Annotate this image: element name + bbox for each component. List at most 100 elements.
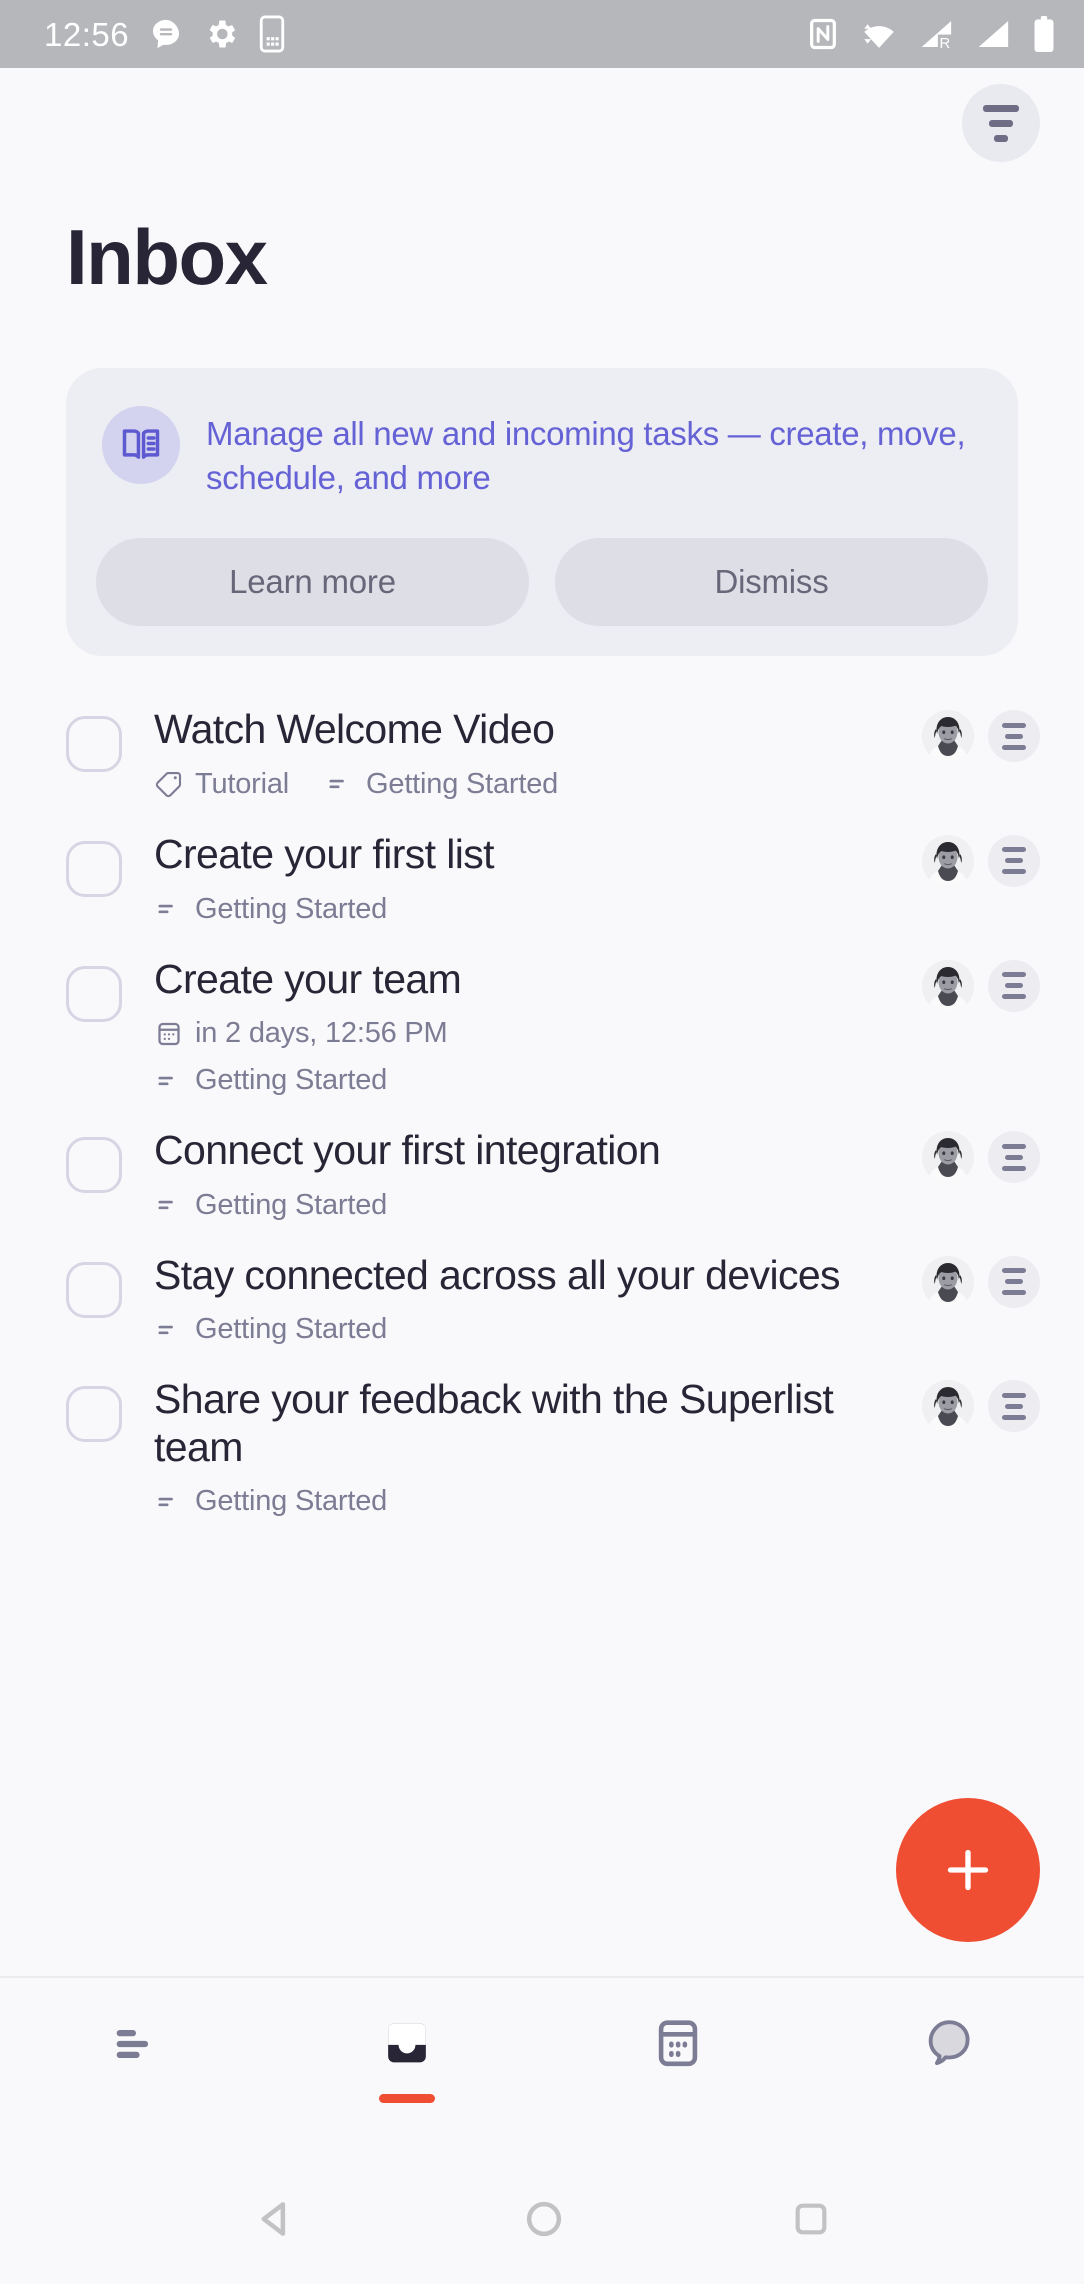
task-title: Watch Welcome Video: [154, 706, 555, 753]
task-meta-label: Getting Started: [366, 767, 559, 800]
task-actions: [922, 1250, 1040, 1308]
task-menu-button[interactable]: [988, 1131, 1040, 1184]
task-meta-row: Getting Started: [154, 1485, 908, 1518]
list-icon: [158, 1325, 173, 1334]
task-menu-button[interactable]: [988, 1255, 1040, 1308]
task-actions: [922, 1125, 1040, 1184]
task-checkbox[interactable]: [66, 1386, 122, 1443]
nav-item-calendar[interactable]: [542, 2014, 813, 2103]
task-body: Share your feedback with the Superlist t…: [122, 1374, 922, 1518]
status-bar: 12:56 R: [0, 0, 1084, 68]
task-meta-row: Getting Started: [154, 1064, 908, 1097]
inbox-content: Inbox Manage all new and incoming tasks …: [0, 68, 1084, 1976]
avatar: [922, 1380, 974, 1433]
task-row[interactable]: Create your team in 2 days, 12:56 PM Getti…: [0, 940, 1084, 1112]
avatar[interactable]: [922, 1131, 974, 1184]
avatar[interactable]: [922, 834, 974, 887]
task-checkbox[interactable]: [66, 965, 122, 1022]
avatar[interactable]: [922, 1255, 974, 1308]
task-title: Connect your first integration: [154, 1127, 661, 1174]
task-menu-button[interactable]: [988, 959, 1040, 1012]
avatar: [922, 1131, 974, 1184]
dismiss-button[interactable]: Dismiss: [555, 538, 988, 627]
avatar[interactable]: [922, 1380, 974, 1433]
recents-square-icon[interactable]: [786, 2194, 836, 2244]
task-meta-list: Getting Started: [154, 1313, 387, 1346]
nav-item-lists[interactable]: [0, 2014, 271, 2103]
avatar: [922, 710, 974, 763]
task-meta-list: Getting Started: [325, 768, 558, 801]
task-row[interactable]: Stay connected across all your devices Ge…: [0, 1236, 1084, 1361]
task-meta-list: Getting Started: [154, 1485, 387, 1518]
battery-icon: [1034, 15, 1054, 53]
chat-icon: [928, 2020, 970, 2065]
task-menu-button[interactable]: [988, 834, 1040, 887]
task-row[interactable]: Create your first list Getting Started: [0, 815, 1084, 940]
task-title: Stay connected across all your devices: [154, 1251, 841, 1298]
plus-icon: [947, 1849, 989, 1891]
nav-item-chat[interactable]: [813, 2014, 1084, 2103]
task-menu-button[interactable]: [988, 1380, 1040, 1433]
task-body: Stay connected across all your devices Ge…: [122, 1250, 922, 1347]
task-meta-label: Tutorial: [195, 767, 290, 800]
promo-banner-actions: Learn more Dismiss: [96, 538, 988, 627]
bottom-navigation: [0, 1976, 1084, 2154]
task-meta-row: Getting Started: [154, 893, 908, 926]
promo-banner-message: Manage all new and incoming tasks — crea…: [206, 415, 966, 497]
task-checkbox[interactable]: [66, 1261, 122, 1318]
avatar[interactable]: [922, 710, 974, 763]
task-checkbox[interactable]: [66, 716, 122, 773]
tag-icon: [155, 772, 182, 798]
status-clock: 12:56: [44, 15, 130, 53]
avatar[interactable]: [922, 959, 974, 1012]
task-meta-row: Tutorial Getting Started: [154, 768, 908, 801]
svg-text:R: R: [940, 36, 951, 51]
back-triangle-icon[interactable]: [248, 2192, 302, 2246]
task-list: Watch Welcome Video Tutorial Getting Start…: [0, 690, 1084, 1532]
inbox-icon: [387, 2023, 426, 2063]
task-meta-row: Getting Started: [154, 1313, 908, 1346]
task-title: Create your first list: [154, 830, 495, 877]
task-meta-label: Getting Started: [195, 1188, 388, 1221]
task-meta-list: Getting Started: [154, 1189, 387, 1222]
filter-icon[interactable]: [962, 84, 1040, 162]
home-circle-icon[interactable]: [517, 2192, 571, 2246]
add-task-fab[interactable]: [896, 1798, 1040, 1942]
wifi-icon: [864, 24, 894, 48]
task-meta-calendar: in 2 days, 12:56 PM: [154, 1017, 448, 1050]
task-row[interactable]: Connect your first integration Getting St…: [0, 1111, 1084, 1236]
task-checkbox[interactable]: [66, 1137, 122, 1194]
nav-item-inbox[interactable]: [271, 2014, 542, 2103]
list-icon: [158, 1076, 173, 1085]
list-icon: [329, 780, 344, 789]
task-meta-list: Getting Started: [154, 893, 387, 926]
phone-screen: 12:56 R Inbox Manage all new and incomin…: [0, 0, 1084, 2284]
cellular-roaming-icon: R: [921, 20, 954, 51]
status-bar-right: R: [806, 15, 1056, 53]
nav-active-indicator: [378, 2094, 435, 2103]
task-checkbox[interactable]: [66, 840, 122, 897]
promo-banner: Manage all new and incoming tasks — crea…: [66, 368, 1018, 657]
top-bar: [0, 68, 1084, 178]
status-bar-left: 12:56: [44, 15, 285, 53]
task-meta-label: in 2 days, 12:56 PM: [195, 1017, 448, 1050]
calendar-icon: [658, 2020, 697, 2067]
task-row[interactable]: Watch Welcome Video Tutorial Getting Start…: [0, 690, 1084, 815]
task-body: Create your first list Getting Started: [122, 829, 922, 926]
lists-icon: [116, 2029, 148, 2058]
nfc-icon: [810, 18, 836, 50]
open-book-icon: [102, 406, 180, 484]
task-meta-label: Getting Started: [195, 1485, 388, 1518]
task-menu-button[interactable]: [988, 710, 1040, 763]
list-icon: [158, 1497, 173, 1506]
learn-more-button[interactable]: Learn more: [96, 538, 529, 627]
list-icon: [158, 904, 173, 914]
task-meta-label: Getting Started: [195, 1313, 388, 1346]
calendar-icon: [158, 1022, 180, 1045]
task-meta-row: in 2 days, 12:56 PM: [154, 1017, 908, 1050]
task-title: Create your team: [154, 955, 462, 1002]
gear-icon: [209, 20, 236, 48]
sim-card-icon: [259, 15, 285, 53]
task-row[interactable]: Share your feedback with the Superlist t…: [0, 1360, 1084, 1532]
avatar: [922, 1255, 974, 1308]
